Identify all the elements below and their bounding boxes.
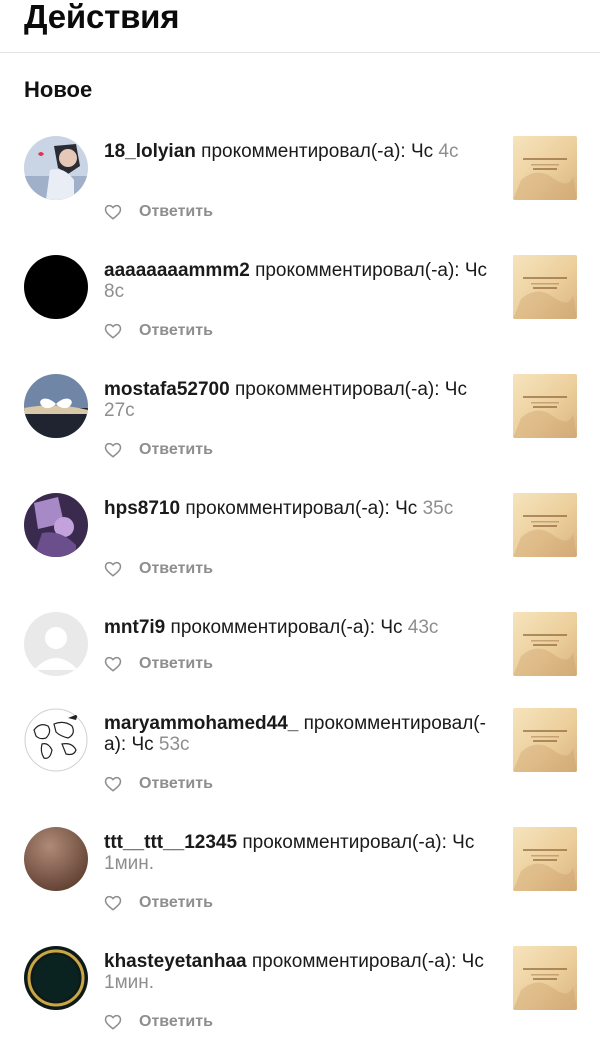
- reply-button[interactable]: Ответить: [139, 894, 213, 912]
- avatar[interactable]: [24, 827, 88, 891]
- reply-button[interactable]: Ответить: [139, 441, 213, 459]
- title-divider: [0, 52, 600, 53]
- comment-text: Чс: [464, 260, 488, 281]
- comment-text: Чс: [380, 617, 403, 638]
- notification-item[interactable]: mostafa52700 прокомментировал(-а): Чс 27…: [0, 369, 600, 488]
- comment-text: Чс: [395, 498, 418, 519]
- username[interactable]: hps8710: [104, 498, 180, 519]
- timestamp: 1мин.: [104, 853, 155, 874]
- post-thumbnail[interactable]: [513, 136, 577, 200]
- timestamp: 1мин.: [104, 972, 155, 993]
- timestamp: 43с: [402, 617, 439, 638]
- heart-outline-icon[interactable]: [104, 441, 122, 459]
- timestamp: 8с: [104, 281, 125, 302]
- post-thumbnail[interactable]: [513, 612, 577, 676]
- heart-outline-icon[interactable]: [104, 655, 122, 673]
- reply-button[interactable]: Ответить: [139, 1013, 213, 1031]
- username[interactable]: aaaaaaaammm2: [104, 260, 250, 281]
- timestamp: 35с: [417, 498, 454, 519]
- reply-button[interactable]: Ответить: [139, 322, 213, 340]
- username[interactable]: ttt__ttt__12345: [104, 832, 237, 853]
- action-text: прокомментировал(-а):: [249, 260, 465, 281]
- heart-outline-icon[interactable]: [104, 560, 122, 578]
- username[interactable]: khasteyetanhaa: [104, 951, 247, 972]
- reply-button[interactable]: Ответить: [139, 203, 213, 221]
- heart-outline-icon[interactable]: [104, 894, 122, 912]
- username[interactable]: mnt7i9: [104, 617, 165, 638]
- page-title: Действия: [24, 0, 180, 35]
- heart-outline-icon[interactable]: [104, 775, 122, 793]
- action-text: прокомментировал(-а):: [165, 617, 381, 638]
- timestamp: 53с: [153, 734, 190, 755]
- avatar[interactable]: [24, 612, 88, 676]
- avatar[interactable]: [24, 946, 88, 1010]
- comment-text: Чс: [410, 141, 434, 162]
- notification-item[interactable]: mnt7i9 прокомментировал(-а): Чс 43с Отве…: [0, 607, 600, 703]
- post-thumbnail[interactable]: [513, 946, 577, 1010]
- post-thumbnail[interactable]: [513, 827, 577, 891]
- comment-text: Чс: [452, 832, 475, 853]
- post-thumbnail[interactable]: [513, 255, 577, 319]
- heart-outline-icon[interactable]: [104, 322, 122, 340]
- reply-button[interactable]: Ответить: [139, 655, 213, 673]
- post-thumbnail[interactable]: [513, 493, 577, 557]
- notification-item[interactable]: maryammohamed44_ прокомментировал(-а): Ч…: [0, 703, 600, 822]
- username[interactable]: mostafa52700: [104, 379, 230, 400]
- timestamp: 4с: [433, 141, 459, 162]
- action-text: прокомментировал(-а):: [246, 951, 462, 972]
- notification-item[interactable]: 18_lolyian прокомментировал(-а): Чс 4с О…: [0, 131, 600, 250]
- reply-button[interactable]: Ответить: [139, 775, 213, 793]
- heart-outline-icon[interactable]: [104, 1013, 122, 1031]
- avatar[interactable]: [24, 136, 88, 200]
- avatar[interactable]: [24, 708, 88, 772]
- username[interactable]: maryammohamed44_: [104, 713, 298, 734]
- heart-outline-icon[interactable]: [104, 203, 122, 221]
- reply-button[interactable]: Ответить: [139, 560, 213, 578]
- avatar[interactable]: [24, 374, 88, 438]
- action-text: прокомментировал(-а):: [237, 832, 453, 853]
- timestamp: 27с: [104, 400, 135, 421]
- comment-text: Чс: [461, 951, 484, 972]
- notification-item[interactable]: hps8710 прокомментировал(-а): Чс 35с Отв…: [0, 488, 600, 607]
- action-text: прокомментировал(-а):: [180, 498, 396, 519]
- notification-item[interactable]: khasteyetanhaa прокомментировал(-а): Чс …: [0, 941, 600, 1052]
- notification-item[interactable]: aaaaaaaammm2 прокомментировал(-а): Чс 8с…: [0, 250, 600, 369]
- action-text: прокомментировал(-а):: [195, 141, 411, 162]
- comment-text: Чс: [131, 734, 154, 755]
- post-thumbnail[interactable]: [513, 708, 577, 772]
- avatar[interactable]: [24, 493, 88, 557]
- comment-text: Чс: [444, 379, 467, 400]
- notification-item[interactable]: ttt__ttt__12345 прокомментировал(-а): Чс…: [0, 822, 600, 941]
- avatar[interactable]: [24, 255, 88, 319]
- section-title: Новое: [24, 77, 93, 102]
- username[interactable]: 18_lolyian: [104, 141, 196, 162]
- action-text: прокомментировал(-а):: [229, 379, 445, 400]
- post-thumbnail[interactable]: [513, 374, 577, 438]
